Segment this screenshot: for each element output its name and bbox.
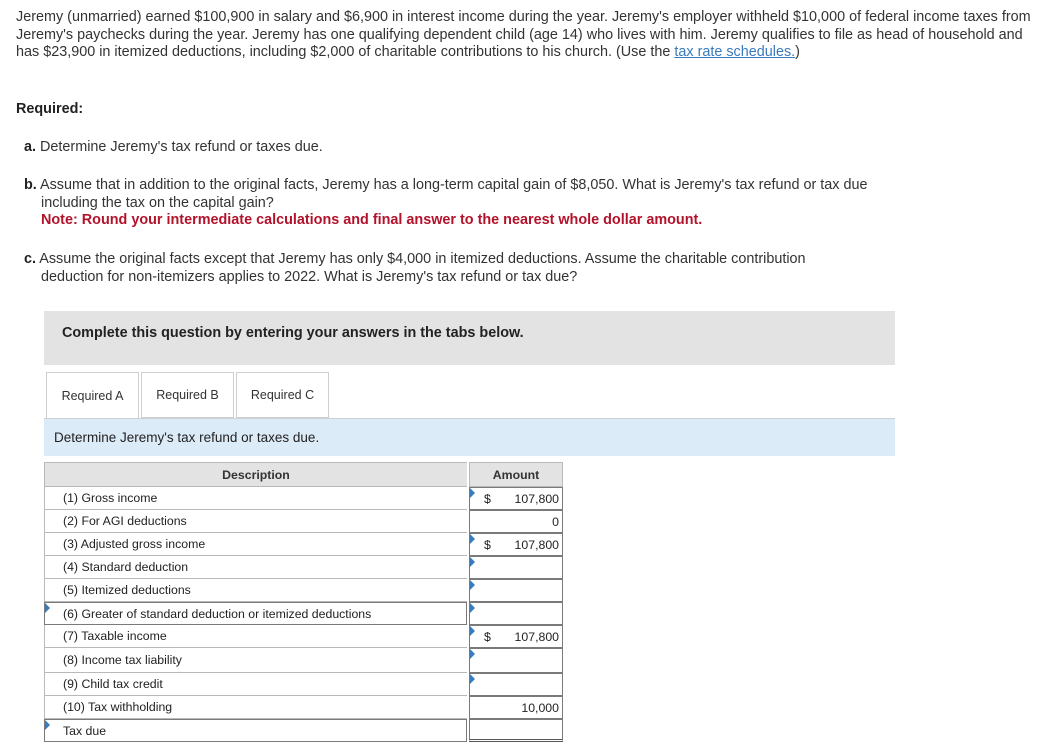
tax-due-refund-dropdown[interactable]: Tax due	[44, 719, 467, 742]
row-label: (8) Income tax liability	[44, 648, 467, 673]
input-marker-icon	[470, 649, 475, 659]
amount-value: 0	[552, 515, 559, 529]
dollar-sign: $	[484, 630, 491, 644]
part-a: a. Determine Jeremy's tax refund or taxe…	[24, 139, 954, 157]
table-row: (2) For AGI deductions 0	[44, 510, 563, 533]
part-c-line1: Assume the original facts except that Je…	[39, 251, 806, 267]
greater-deduction-dropdown[interactable]: (6) Greater of standard deduction or ite…	[44, 602, 467, 625]
taxable-income-input[interactable]: $ 107,800	[469, 625, 563, 648]
table-row: (5) Itemized deductions	[44, 579, 563, 602]
income-tax-liability-input[interactable]	[469, 648, 563, 673]
tax-due-input[interactable]	[469, 719, 563, 742]
table-header-row: Description Amount	[44, 462, 563, 487]
amount-value: 107,800	[514, 538, 559, 552]
instruction-text: Complete this question by entering your …	[62, 325, 524, 341]
instruction-box: Complete this question by entering your …	[44, 311, 895, 365]
row-label: (3) Adjusted gross income	[44, 533, 467, 556]
input-marker-icon	[470, 557, 475, 567]
greater-deduction-input[interactable]	[469, 602, 563, 625]
input-marker-icon	[470, 674, 475, 684]
agi-input[interactable]: $ 107,800	[469, 533, 563, 556]
dollar-sign: $	[484, 538, 491, 552]
row-label: (6) Greater of standard deduction or ite…	[63, 607, 372, 621]
dropdown-marker-icon	[45, 603, 50, 613]
part-b: b. Assume that in addition to the origin…	[24, 177, 954, 230]
tab-required-a[interactable]: Required A	[46, 372, 139, 419]
part-b-letter: b.	[24, 177, 37, 193]
row-label: (4) Standard deduction	[44, 556, 467, 579]
table-row: Tax due	[44, 719, 563, 742]
table-row: (3) Adjusted gross income $ 107,800	[44, 533, 563, 556]
part-a-text: Determine Jeremy's tax refund or taxes d…	[40, 139, 323, 155]
part-a-letter: a.	[24, 139, 37, 155]
panel-heading-text: Determine Jeremy's tax refund or taxes d…	[54, 430, 320, 445]
amount-value: 107,800	[514, 630, 559, 644]
input-marker-icon	[470, 534, 475, 544]
part-b-note: Note: Round your intermediate calculatio…	[41, 212, 703, 228]
problem-text-end: )	[795, 44, 800, 60]
part-c-letter: c.	[24, 251, 37, 267]
row-label: (5) Itemized deductions	[44, 579, 467, 602]
tab-required-c[interactable]: Required C	[236, 372, 329, 418]
part-b-line1: Assume that in addition to the original …	[40, 177, 868, 193]
input-marker-icon	[470, 603, 475, 613]
child-tax-credit-input[interactable]	[469, 673, 563, 696]
row-label: (7) Taxable income	[44, 625, 467, 648]
description-header: Description	[44, 462, 467, 487]
problem-statement: Jeremy (unmarried) earned $100,900 in sa…	[16, 9, 1046, 62]
required-heading: Required:	[16, 101, 84, 117]
row-label: (1) Gross income	[44, 487, 467, 510]
amount-value: 107,800	[514, 492, 559, 506]
amount-header: Amount	[469, 462, 563, 487]
row-label: Tax due	[63, 724, 107, 738]
table-row: (9) Child tax credit	[44, 673, 563, 696]
tax-withholding-input[interactable]: 10,000	[469, 696, 563, 719]
table-row: (4) Standard deduction	[44, 556, 563, 579]
row-label: (9) Child tax credit	[44, 673, 467, 696]
dollar-sign: $	[484, 492, 491, 506]
part-c: c. Assume the original facts except that…	[24, 251, 954, 286]
table-row: (6) Greater of standard deduction or ite…	[44, 602, 563, 625]
dropdown-marker-icon	[45, 720, 50, 730]
for-agi-deductions-input[interactable]: 0	[469, 510, 563, 533]
row-label: (10) Tax withholding	[44, 696, 467, 719]
problem-text: Jeremy (unmarried) earned $100,900 in sa…	[16, 9, 1031, 60]
part-c-line2: deduction for non-itemizers applies to 2…	[41, 268, 578, 285]
itemized-deductions-input[interactable]	[469, 579, 563, 602]
table-row: (8) Income tax liability	[44, 648, 563, 673]
row-label: (2) For AGI deductions	[44, 510, 467, 533]
tab-panel-heading: Determine Jeremy's tax refund or taxes d…	[44, 419, 895, 456]
tax-rate-schedules-link[interactable]: tax rate schedules.	[674, 44, 795, 60]
gross-income-input[interactable]: $ 107,800	[469, 487, 563, 510]
input-marker-icon	[470, 580, 475, 590]
input-marker-icon	[470, 626, 475, 636]
tab-required-b[interactable]: Required B	[141, 372, 234, 418]
table-row: (10) Tax withholding 10,000	[44, 696, 563, 719]
table-row: (1) Gross income $ 107,800	[44, 487, 563, 510]
amount-value: 10,000	[521, 701, 559, 715]
part-b-line2: including the tax on the capital gain?	[41, 194, 274, 211]
input-marker-icon	[470, 488, 475, 498]
standard-deduction-input[interactable]	[469, 556, 563, 579]
table-row: (7) Taxable income $ 107,800	[44, 625, 563, 648]
